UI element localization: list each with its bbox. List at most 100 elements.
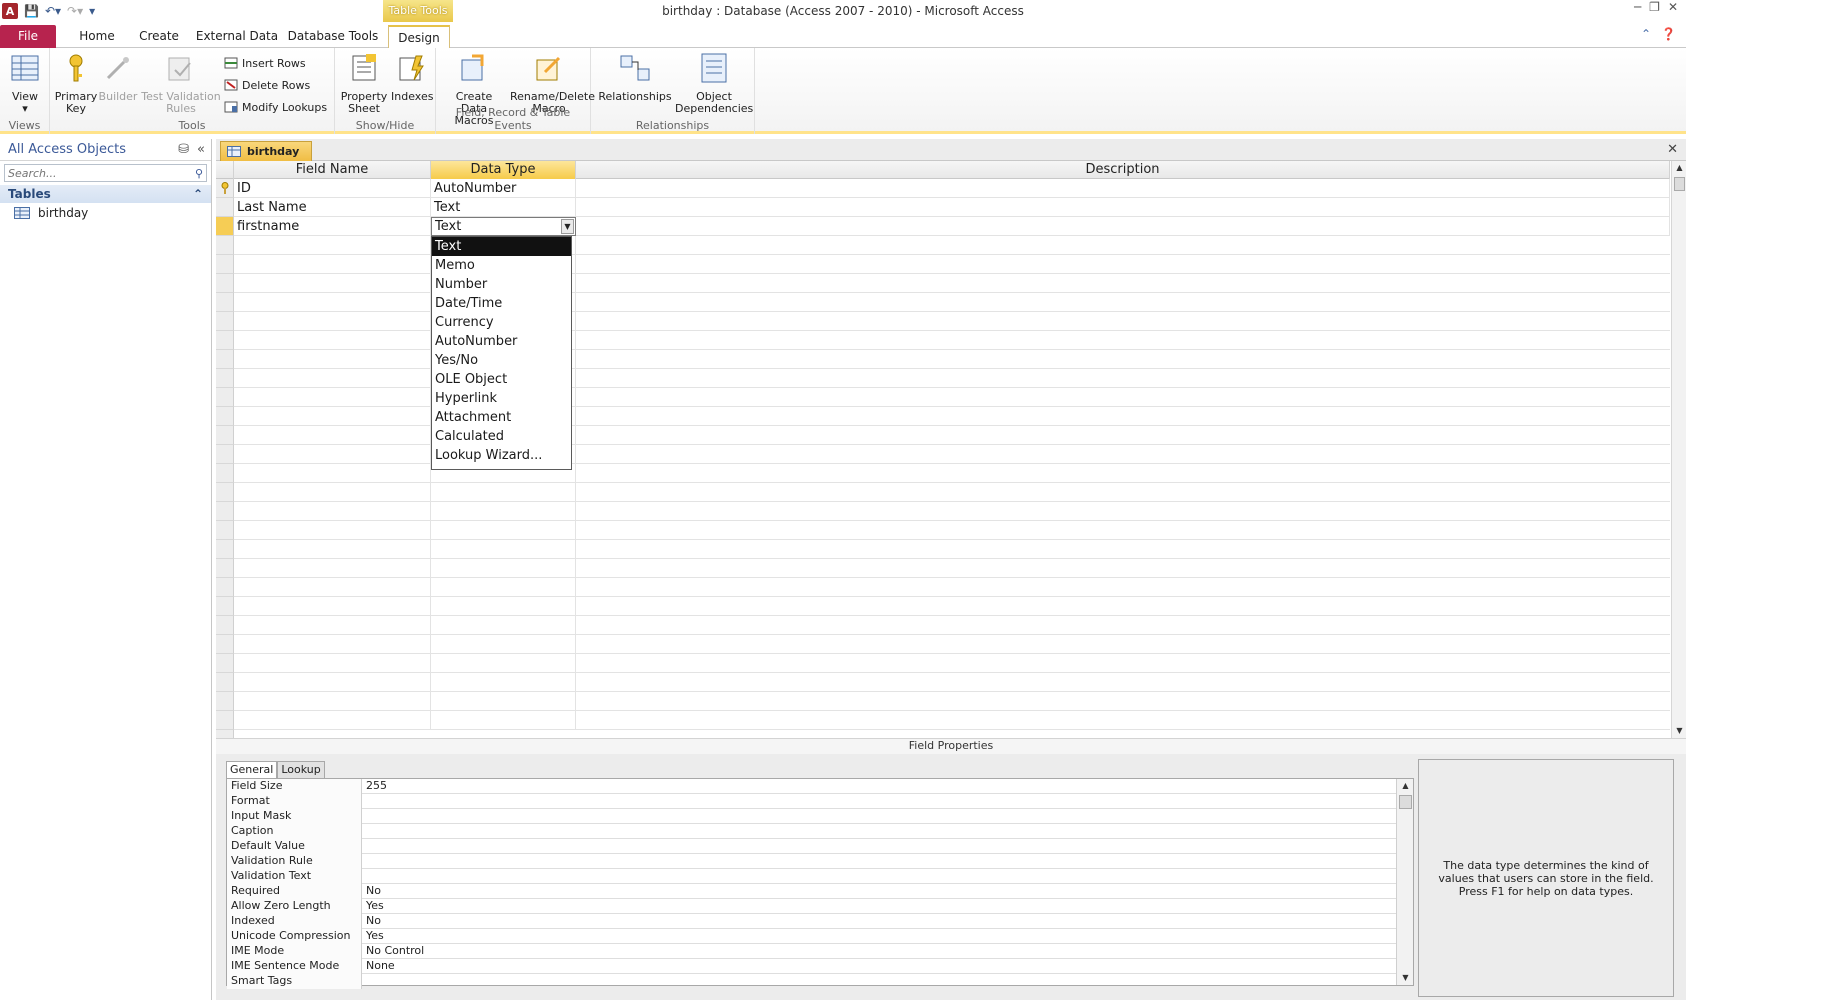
- property-value[interactable]: No Control: [363, 944, 1393, 959]
- scroll-up-icon[interactable]: ▲: [1397, 779, 1414, 793]
- field-name-cell[interactable]: [234, 711, 431, 730]
- data-type-cell[interactable]: [431, 673, 576, 692]
- row-selector[interactable]: [216, 673, 234, 692]
- row-selector-current[interactable]: [216, 217, 234, 236]
- dropdown-option[interactable]: Lookup Wizard...: [432, 446, 571, 465]
- property-value[interactable]: Yes: [363, 899, 1393, 914]
- field-name-cell[interactable]: [234, 597, 431, 616]
- field-name-cell[interactable]: [234, 521, 431, 540]
- dropdown-option[interactable]: OLE Object: [432, 370, 571, 389]
- row-selector[interactable]: [216, 198, 234, 217]
- property-value[interactable]: [363, 794, 1393, 809]
- field-name-cell[interactable]: [234, 540, 431, 559]
- dropdown-option[interactable]: Attachment: [432, 408, 571, 427]
- scroll-up-icon[interactable]: ▲: [1672, 161, 1687, 175]
- data-type-cell[interactable]: Text: [431, 198, 576, 217]
- row-selector[interactable]: [216, 236, 234, 255]
- tab-file[interactable]: File: [0, 25, 56, 48]
- relationships-button[interactable]: Relationships: [595, 52, 675, 103]
- nav-group-tables[interactable]: Tables ⌃: [0, 185, 211, 203]
- row-selector[interactable]: [216, 502, 234, 521]
- shutter-bar-collapse-icon[interactable]: «: [197, 142, 205, 157]
- data-type-cell[interactable]: [431, 521, 576, 540]
- row-selector[interactable]: [216, 521, 234, 540]
- property-value[interactable]: [363, 824, 1393, 839]
- data-type-combo[interactable]: Text ▼: [431, 217, 576, 236]
- description-cell[interactable]: [576, 179, 1670, 198]
- property-value[interactable]: [363, 974, 1393, 989]
- scroll-down-icon[interactable]: ▼: [1397, 971, 1414, 985]
- data-type-cell[interactable]: [431, 559, 576, 578]
- dropdown-option[interactable]: Text: [432, 237, 571, 256]
- row-selector[interactable]: [216, 635, 234, 654]
- scroll-down-icon[interactable]: ▼: [1672, 724, 1687, 738]
- row-selector[interactable]: [216, 464, 234, 483]
- field-name-cell[interactable]: [234, 426, 431, 445]
- field-name-cell[interactable]: [234, 312, 431, 331]
- row-selector[interactable]: [216, 388, 234, 407]
- field-name-cell[interactable]: [234, 483, 431, 502]
- field-name-cell[interactable]: [234, 673, 431, 692]
- field-name-cell[interactable]: [234, 331, 431, 350]
- field-name-cell[interactable]: [234, 635, 431, 654]
- field-name-cell[interactable]: ID: [234, 179, 431, 198]
- property-value[interactable]: [363, 809, 1393, 824]
- tab-home[interactable]: Home: [66, 25, 128, 48]
- data-type-cell[interactable]: [431, 654, 576, 673]
- data-type-cell[interactable]: [431, 578, 576, 597]
- field-name-cell[interactable]: [234, 255, 431, 274]
- field-name-cell[interactable]: [234, 559, 431, 578]
- help-icon[interactable]: ❓: [1661, 27, 1676, 41]
- data-type-cell[interactable]: AutoNumber: [431, 179, 576, 198]
- grid-vertical-scrollbar[interactable]: ▲ ▼: [1671, 161, 1686, 738]
- close-document-icon[interactable]: ✕: [1667, 142, 1678, 157]
- row-selector[interactable]: [216, 274, 234, 293]
- property-value[interactable]: [363, 869, 1393, 884]
- document-tab-birthday[interactable]: birthday: [220, 141, 313, 161]
- properties-vertical-scrollbar[interactable]: ▲ ▼: [1396, 779, 1413, 985]
- object-dependencies-button[interactable]: Object Dependencies: [675, 52, 753, 115]
- modify-lookups-button[interactable]: Modify Lookups: [224, 98, 327, 116]
- field-name-cell[interactable]: Last Name: [234, 198, 431, 217]
- row-selector[interactable]: [216, 331, 234, 350]
- data-type-cell[interactable]: [431, 711, 576, 730]
- minimize-ribbon-icon[interactable]: ⌃: [1641, 27, 1651, 41]
- row-selector[interactable]: [216, 559, 234, 578]
- close-icon[interactable]: ✕: [1668, 0, 1678, 14]
- field-name-cell[interactable]: [234, 274, 431, 293]
- tab-database-tools[interactable]: Database Tools: [284, 25, 382, 48]
- row-selector[interactable]: [216, 654, 234, 673]
- row-selector[interactable]: [216, 616, 234, 635]
- field-name-cell[interactable]: [234, 293, 431, 312]
- field-name-cell[interactable]: firstname: [234, 217, 431, 236]
- nav-item-birthday[interactable]: birthday: [0, 203, 211, 223]
- dropdown-option[interactable]: Calculated: [432, 427, 571, 446]
- description-cell[interactable]: [576, 217, 1670, 236]
- property-sheet-button[interactable]: Property Sheet: [339, 52, 389, 115]
- row-selector[interactable]: [216, 293, 234, 312]
- data-type-cell[interactable]: [431, 502, 576, 521]
- dropdown-option[interactable]: Date/Time: [432, 294, 571, 313]
- row-selector[interactable]: [216, 692, 234, 711]
- row-selector[interactable]: [216, 597, 234, 616]
- field-name-cell[interactable]: [234, 692, 431, 711]
- dropdown-option[interactable]: Memo: [432, 256, 571, 275]
- row-selector[interactable]: [216, 578, 234, 597]
- row-selector[interactable]: [216, 179, 234, 198]
- row-selector[interactable]: [216, 369, 234, 388]
- description-cell[interactable]: [576, 198, 1670, 217]
- property-value[interactable]: Yes: [363, 929, 1393, 944]
- data-type-cell[interactable]: [431, 597, 576, 616]
- builder-button[interactable]: Builder: [98, 52, 138, 103]
- nav-search-input[interactable]: [5, 165, 192, 181]
- field-name-cell[interactable]: [234, 578, 431, 597]
- data-type-cell[interactable]: [431, 483, 576, 502]
- field-name-cell[interactable]: [234, 236, 431, 255]
- tab-general[interactable]: General: [226, 761, 278, 778]
- row-selector[interactable]: [216, 312, 234, 331]
- row-selector[interactable]: [216, 255, 234, 274]
- view-button[interactable]: View ▾: [6, 52, 44, 115]
- data-type-cell[interactable]: [431, 692, 576, 711]
- row-selector[interactable]: [216, 711, 234, 730]
- minimize-icon[interactable]: ─: [1634, 0, 1641, 14]
